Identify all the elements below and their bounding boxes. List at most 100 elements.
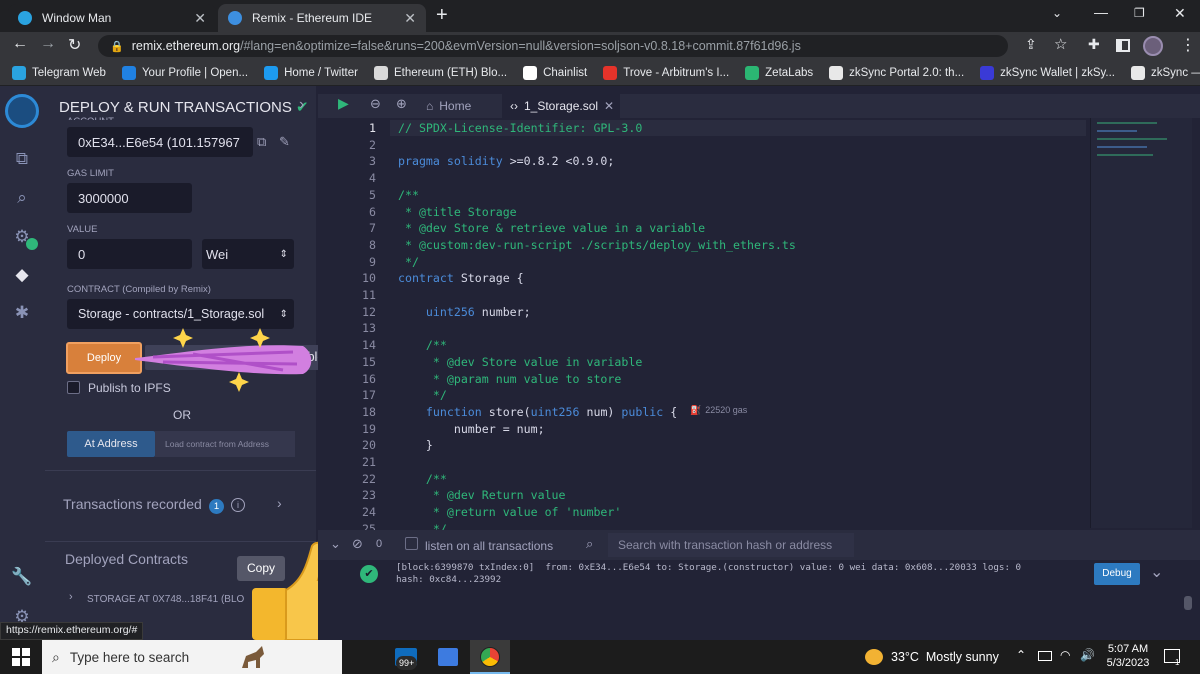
bookmark-item[interactable]: ZetaLabs <box>745 65 813 80</box>
load-contract-input[interactable]: Load contract from Address <box>155 431 295 457</box>
taskbar-search-input[interactable]: ⌕ Type here to search <box>42 640 342 674</box>
collapse-terminal-icon[interactable]: ⌄ <box>330 536 341 552</box>
code-line: } <box>398 438 433 453</box>
bookmark-item[interactable]: Telegram Web <box>12 65 106 80</box>
sidebar-icon[interactable] <box>1116 39 1130 52</box>
bookmark-item[interactable]: zkSync Portal 2.0: th... <box>829 65 964 80</box>
bookmark-item[interactable]: Your Profile | Open... <box>121 65 248 80</box>
run-script-icon[interactable]: ▶ <box>338 95 349 112</box>
tab-search-icon[interactable]: ⌄ <box>1052 6 1062 20</box>
publish-ipfs-label: Publish to IPFS <box>88 381 171 395</box>
weather-text[interactable]: 33°C Mostly sunny <box>891 650 999 664</box>
volume-icon[interactable]: 🔊 <box>1080 648 1095 662</box>
remix-logo-icon[interactable] <box>5 94 39 128</box>
select-arrows-icon: ⇕ <box>279 308 288 320</box>
bookmark-item[interactable]: zkSync Wallet | zkSy... <box>980 65 1115 80</box>
menu-icon[interactable]: ⋮ <box>1180 35 1196 55</box>
deployed-contract-item[interactable]: STORAGE AT 0X748...18F41 (BLO <box>87 594 244 605</box>
tab-window-man[interactable]: Window Man ✕ <box>8 4 216 32</box>
deployed-contracts-label: Deployed Contracts <box>65 551 188 567</box>
forward-icon[interactable]: → <box>40 35 56 53</box>
terminal-toolbar: ⌄ ⊘ 0 listen on all transactions ⌕ Searc… <box>318 530 1200 560</box>
gas-limit-input[interactable]: 3000000 <box>67 183 192 213</box>
file-explorer-icon[interactable]: ⧉ <box>11 148 33 170</box>
telegram-icon <box>18 11 32 25</box>
deploy-run-icon[interactable]: ◆ <box>11 264 33 286</box>
back-icon[interactable]: ← <box>12 35 28 53</box>
horse-sticker <box>242 646 264 668</box>
code-line: * @return value of 'number' <box>398 505 622 520</box>
line-number: 12 <box>362 304 376 319</box>
search-icon[interactable]: ⌕ <box>11 187 33 209</box>
line-number: 10 <box>362 271 376 286</box>
expand-log-icon[interactable]: ⌄ <box>1150 562 1163 582</box>
tab-file[interactable]: ‹› 1_Storage.sol ✕ <box>502 94 620 118</box>
line-number: 23 <box>362 488 376 503</box>
transactions-recorded-label[interactable]: Transactions recorded <box>63 496 202 512</box>
bookmark-item[interactable]: Ethereum (ETH) Blo... <box>373 65 507 80</box>
clear-console-icon[interactable]: ⊘ <box>352 536 363 552</box>
line-number: 15 <box>362 354 376 369</box>
avatar[interactable] <box>1143 36 1163 56</box>
divider <box>45 470 316 471</box>
zoom-in-icon[interactable]: ⊕ <box>396 96 407 112</box>
value-input[interactable]: 0 <box>67 239 192 269</box>
debugger-icon[interactable]: ✱ <box>11 302 33 324</box>
debug-button[interactable]: Debug <box>1094 563 1140 585</box>
battery-icon[interactable] <box>1038 651 1052 661</box>
publish-ipfs-checkbox[interactable] <box>67 381 80 394</box>
new-tab-icon[interactable]: + <box>436 4 448 27</box>
bookmark-item[interactable]: Home / Twitter <box>264 65 358 80</box>
info-icon[interactable]: i <box>231 498 245 512</box>
terminal-search-input[interactable]: Search with transaction hash or address <box>608 533 854 557</box>
at-address-button[interactable]: At Address <box>67 431 155 457</box>
chrome-taskbar-button[interactable] <box>470 640 510 674</box>
clock[interactable]: 5:07 AM 5/3/2023 <box>1106 643 1150 669</box>
restore-icon[interactable]: ❐ <box>1134 6 1145 20</box>
contract-label: CONTRACT (Compiled by Remix) <box>67 284 211 295</box>
edit-icon[interactable]: ✎ <box>279 134 290 150</box>
remix-icon <box>228 11 242 25</box>
wifi-icon[interactable]: ◠ <box>1060 648 1070 662</box>
chevron-right-icon[interactable]: › <box>277 495 282 511</box>
bookmark-item[interactable]: Chainlist <box>523 65 587 80</box>
windows-start-icon[interactable] <box>12 648 30 666</box>
mail-badge: 99+ <box>396 656 418 670</box>
scrollbar[interactable] <box>1184 596 1192 610</box>
minimap[interactable] <box>1090 118 1192 528</box>
code-line: */ <box>398 388 447 403</box>
listen-checkbox[interactable] <box>405 537 418 550</box>
store-icon[interactable] <box>438 648 458 666</box>
or-label: OR <box>173 408 191 422</box>
code-line: // SPDX-License-Identifier: GPL-3.0 <box>398 121 643 135</box>
close-icon: ✕ <box>603 99 614 113</box>
address-bar[interactable]: 🔒 remix.ethereum.org/#lang=en&optimize=f… <box>98 35 1008 57</box>
copy-account-icon[interactable]: ⧉ <box>257 134 266 150</box>
value-unit-select[interactable]: Wei ⇕ <box>202 239 294 269</box>
account-label: ACCOUNT <box>67 116 114 120</box>
extensions-icon[interactable]: ✚ <box>1088 36 1100 53</box>
close-icon[interactable]: ✕ <box>404 10 416 27</box>
window-close-icon[interactable]: ✕ <box>1174 5 1186 22</box>
deploy-button[interactable]: Deploy <box>66 342 142 374</box>
chevron-up-icon[interactable]: ⌃ <box>1016 648 1026 662</box>
bookmark-star-icon[interactable]: ☆ <box>1054 35 1067 53</box>
bookmarks-bar: Telegram Web Your Profile | Open... Home /… <box>0 60 1200 86</box>
reload-icon[interactable]: ↻ <box>68 35 81 55</box>
browser-tab-strip: Window Man ✕ Remix - Ethereum IDE ✕ + ⌄ … <box>0 0 1200 32</box>
share-icon[interactable]: ⇪ <box>1025 36 1037 53</box>
chevron-right-icon[interactable]: › <box>69 591 73 603</box>
line-number: 18 <box>362 404 376 419</box>
plugin-manager-icon[interactable]: 🔧 <box>11 566 33 588</box>
zoom-out-icon[interactable]: ⊖ <box>370 96 381 112</box>
close-icon[interactable]: ✕ <box>194 10 206 27</box>
tab-remix[interactable]: Remix - Ethereum IDE ✕ <box>218 4 426 32</box>
minimize-icon[interactable]: — <box>1094 4 1108 20</box>
search-icon: ⌕ <box>52 648 60 665</box>
bookmark-item[interactable]: zkSync — Rely on... <box>1131 65 1200 80</box>
account-select[interactable]: 0xE34...E6e54 (101.157967 <box>67 127 253 157</box>
weather-icon <box>865 649 883 665</box>
bookmark-item[interactable]: Trove - Arbitrum's I... <box>603 65 729 80</box>
chevron-right-icon[interactable]: › <box>299 96 304 114</box>
tab-home[interactable]: ⌂ Home <box>426 94 471 118</box>
